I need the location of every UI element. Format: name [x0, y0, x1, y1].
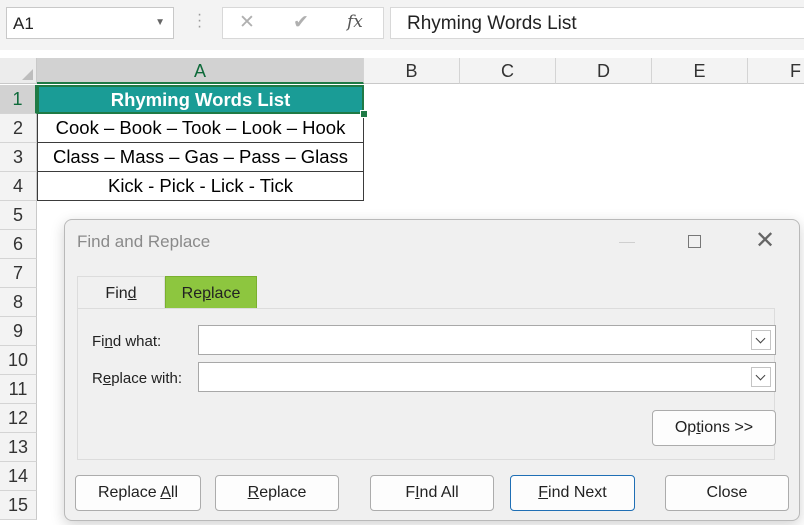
formula-bar-grip-icon[interactable]: · · · [196, 7, 202, 35]
name-box-dropdown-icon[interactable]: ▼ [155, 17, 165, 28]
options-button[interactable]: Options >> [652, 410, 776, 446]
replace-all-button[interactable]: Replace All [75, 475, 201, 511]
column-header-d[interactable]: D [556, 58, 652, 84]
row-header-11[interactable]: 11 [0, 375, 37, 404]
cell-a1[interactable]: Rhyming Words List [37, 85, 364, 114]
maximize-icon[interactable] [688, 235, 701, 248]
find-what-input[interactable] [198, 325, 776, 355]
name-box[interactable]: A1 ▼ [6, 7, 174, 39]
column-header-f[interactable]: F [748, 58, 804, 84]
column-header-a[interactable]: A [37, 58, 364, 84]
tab-find[interactable]: Find [77, 276, 165, 308]
column-header-b[interactable]: B [364, 58, 460, 84]
name-box-value: A1 [13, 14, 34, 33]
column-header-e[interactable]: E [652, 58, 748, 84]
row-header-2[interactable]: 2 [0, 114, 37, 143]
replace-with-dropdown-icon[interactable] [751, 367, 771, 387]
find-all-button[interactable]: FInd All [370, 475, 494, 511]
row-header-7[interactable]: 7 [0, 259, 37, 288]
row-header-10[interactable]: 10 [0, 346, 37, 375]
row-header-4[interactable]: 4 [0, 172, 37, 201]
find-what-label: Find what: [92, 333, 162, 350]
row-header-13[interactable]: 13 [0, 433, 37, 462]
enter-check-icon[interactable]: ✔ [293, 11, 309, 34]
replace-button[interactable]: Replace [215, 475, 339, 511]
row-header-14[interactable]: 14 [0, 462, 37, 491]
replace-with-input[interactable] [198, 362, 776, 392]
row-header-12[interactable]: 12 [0, 404, 37, 433]
fill-handle[interactable] [360, 110, 368, 118]
replace-with-label: Replace with: [92, 370, 183, 387]
minimize-icon [619, 242, 635, 243]
cell-a2[interactable]: Cook – Book – Took – Look – Hook [37, 114, 364, 143]
tab-replace-label: Replace [181, 285, 241, 302]
row-header-6[interactable]: 6 [0, 230, 37, 259]
find-next-button[interactable]: Find Next [510, 475, 635, 511]
find-what-dropdown-icon[interactable] [751, 330, 771, 350]
column-header-c[interactable]: C [460, 58, 556, 84]
row-header-3[interactable]: 3 [0, 143, 37, 172]
close-icon[interactable]: ✕ [755, 228, 775, 254]
cell-a4[interactable]: Kick - Pick - Lick - Tick [37, 172, 364, 201]
row-header-5[interactable]: 5 [0, 201, 37, 230]
formula-input[interactable]: Rhyming Words List [390, 7, 804, 39]
insert-function-icon[interactable]: fx [347, 12, 363, 32]
dialog-title: Find and Replace [77, 232, 211, 251]
cell-a3[interactable]: Class – Mass – Gas – Pass – Glass [37, 143, 364, 172]
formula-bar: A1 ▼ · · · ✕ ✔ fx Rhyming Words List [0, 0, 804, 50]
replace-tab-panel: Find what: Replace with: Options >> [77, 308, 776, 460]
formula-bar-buttons: ✕ ✔ fx [222, 7, 384, 39]
cancel-icon[interactable]: ✕ [239, 11, 255, 34]
row-header-8[interactable]: 8 [0, 288, 37, 317]
tab-replace[interactable]: Replace [165, 276, 257, 308]
select-all-corner[interactable] [0, 58, 37, 84]
tab-find-label: Find [105, 285, 137, 302]
formula-input-text: Rhyming Words List [407, 13, 577, 34]
row-header-1[interactable]: 1 [0, 85, 37, 114]
row-header-9[interactable]: 9 [0, 317, 37, 346]
row-header-15[interactable]: 15 [0, 491, 37, 520]
find-and-replace-dialog: Find and Replace ✕ Find Replace Find wha… [64, 219, 800, 521]
close-button[interactable]: Close [665, 475, 789, 511]
